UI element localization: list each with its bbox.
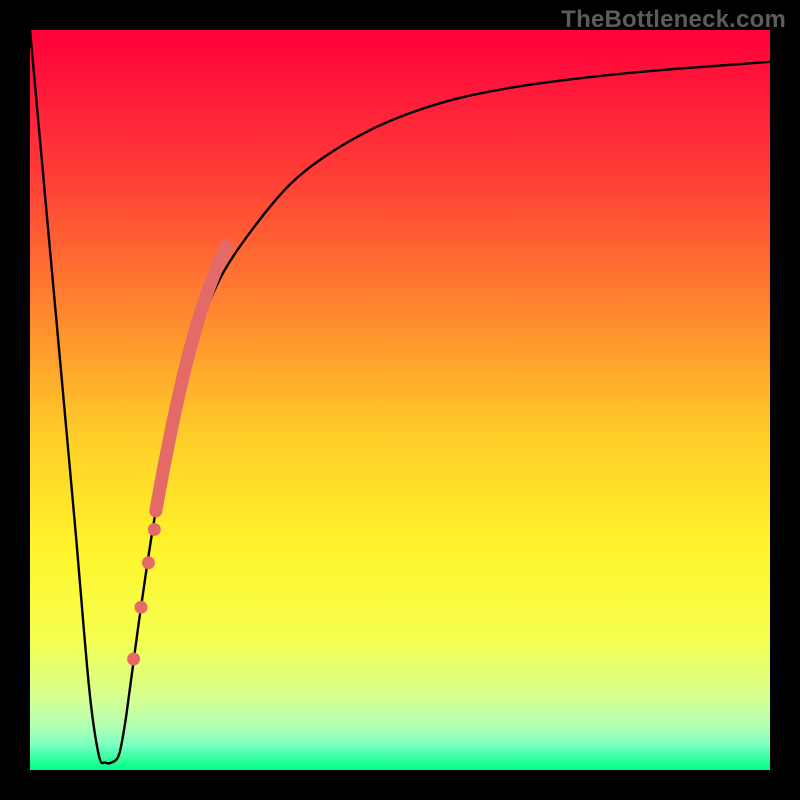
plot-area	[30, 30, 770, 770]
marker-dot	[127, 653, 140, 666]
watermark-text: TheBottleneck.com	[561, 6, 786, 34]
chart-frame: TheBottleneck.com	[0, 0, 800, 800]
marker-dot	[142, 556, 155, 569]
chart-svg	[0, 0, 800, 800]
marker-dot	[148, 523, 161, 536]
marker-dot	[135, 601, 148, 614]
